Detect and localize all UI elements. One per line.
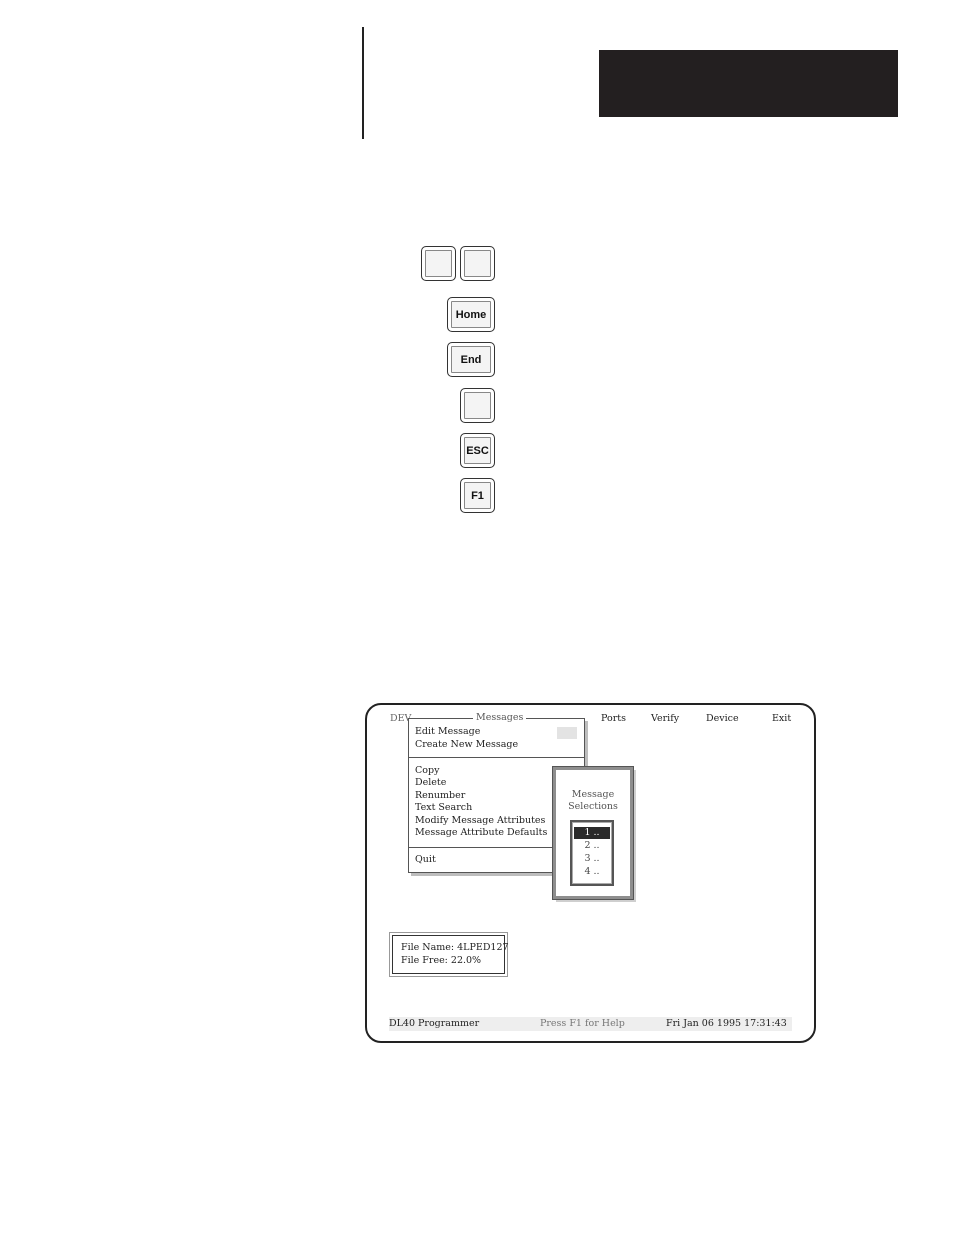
- status-program-name: DL40 Programmer: [389, 1018, 480, 1029]
- selection-item[interactable]: 2 ..: [574, 840, 610, 852]
- chapter-header-bar: [599, 50, 898, 117]
- menu-ports[interactable]: Ports: [601, 713, 626, 725]
- menu-item-delete[interactable]: Delete: [415, 777, 446, 789]
- message-selection-list[interactable]: 1 .. 2 .. 3 .. 4 ..: [570, 820, 614, 886]
- selections-title-line2: Selections: [568, 801, 618, 812]
- menu-item-text-search[interactable]: Text Search: [415, 802, 472, 814]
- menu-item-attribute-defaults[interactable]: Message Attribute Defaults: [415, 827, 547, 839]
- menu-hotkey-box: [557, 727, 577, 739]
- left-arrow-key: [421, 246, 456, 281]
- menu-separator: [409, 757, 584, 758]
- home-key: Home: [447, 297, 495, 332]
- menu-item-modify-attributes[interactable]: Modify Message Attributes: [415, 815, 545, 827]
- end-key: End: [447, 342, 495, 377]
- menu-device[interactable]: Device: [706, 713, 739, 725]
- selections-title-line1: Message: [571, 789, 615, 800]
- status-bar: DL40 Programmer Press F1 for Help Fri Ja…: [389, 1017, 792, 1031]
- file-free-line: File Free: 22.0%: [401, 955, 482, 966]
- status-datetime: Fri Jan 06 1995 17:31:43: [666, 1018, 787, 1029]
- status-help-hint: Press F1 for Help: [540, 1018, 625, 1029]
- menu-item-create-new-message[interactable]: Create New Message: [415, 739, 518, 751]
- menu-verify[interactable]: Verify: [651, 713, 679, 725]
- menu-item-copy[interactable]: Copy: [415, 765, 439, 777]
- selection-item[interactable]: 1 ..: [574, 827, 610, 839]
- right-arrow-key: [460, 246, 495, 281]
- margin-rule: [362, 27, 364, 139]
- menu-item-quit[interactable]: Quit: [415, 854, 436, 866]
- message-selections-box: Message Selections 1 .. 2 .. 3 .. 4 ..: [553, 767, 633, 899]
- messages-menu-title[interactable]: Messages: [473, 712, 527, 724]
- selection-item[interactable]: 3 ..: [574, 853, 610, 865]
- f1-key: F1: [460, 478, 495, 513]
- file-name-line: File Name: 4LPED127: [401, 942, 509, 953]
- menu-exit[interactable]: Exit: [772, 713, 791, 725]
- esc-key: ESC: [460, 433, 495, 468]
- terminal-screen: DEV Ports Verify Device Exit Messages Ed…: [365, 703, 816, 1043]
- enter-key: [460, 388, 495, 423]
- file-info-box: File Name: 4LPED127 File Free: 22.0%: [392, 935, 509, 974]
- menu-item-renumber[interactable]: Renumber: [415, 790, 465, 802]
- menu-item-edit-message[interactable]: Edit Message: [415, 726, 480, 738]
- selection-item[interactable]: 4 ..: [574, 866, 610, 878]
